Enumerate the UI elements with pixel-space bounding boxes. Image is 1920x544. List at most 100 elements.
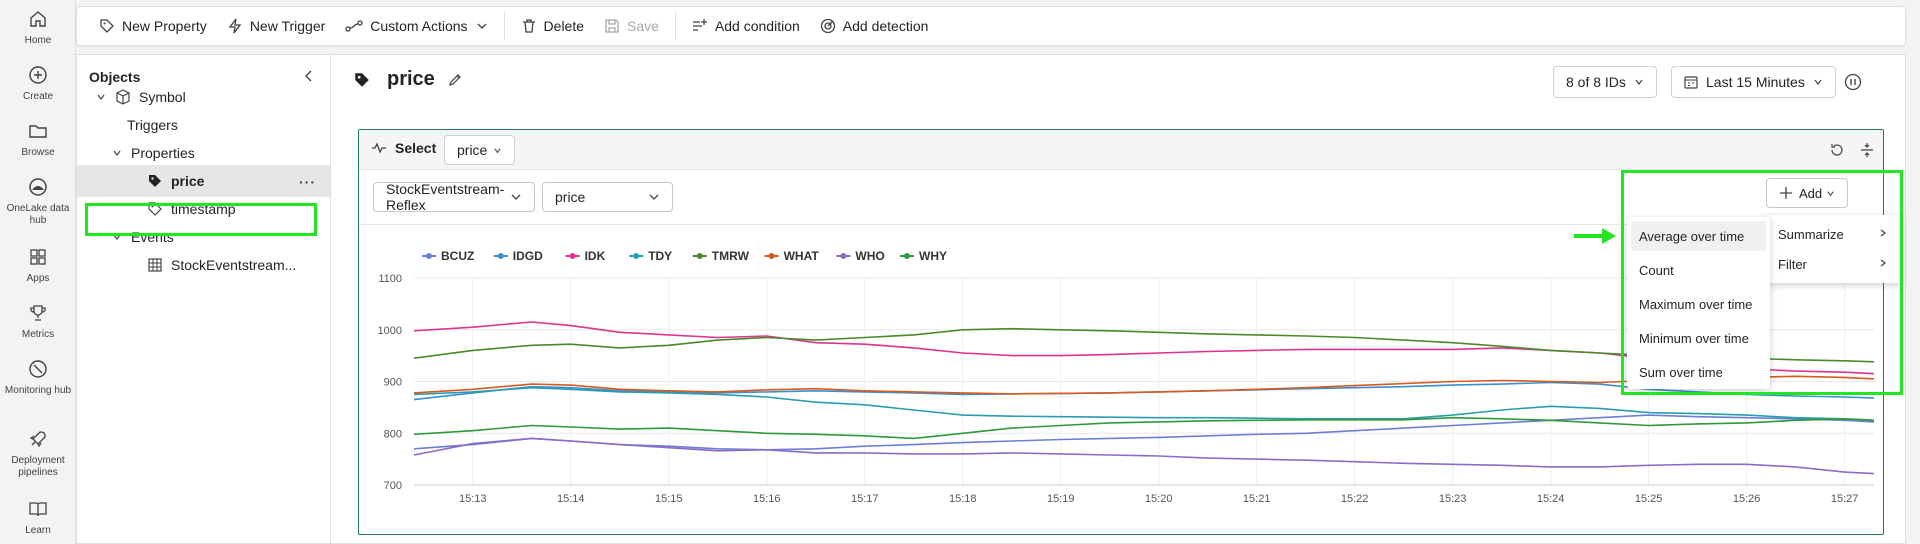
pause-icon[interactable] [1844,73,1862,91]
custom-actions-button[interactable]: Custom Actions [335,11,497,41]
rail-browse[interactable]: Browse [0,118,76,159]
x-tick-label: 15:26 [1733,493,1761,505]
x-tick-label: 15:14 [557,493,585,505]
rail-label: Browse [21,147,55,158]
more-options-icon[interactable]: ··· [299,174,316,190]
chevron-down-icon [1826,189,1835,198]
legend-label: IDGD [513,249,543,263]
delete-button[interactable]: Delete [511,11,594,41]
series-line [413,414,1875,451]
add-button[interactable]: Add [1766,178,1849,208]
rail-label: Monitoring hub [4,385,72,396]
plus-circle-icon [25,62,51,88]
rail-label: Apps [26,273,50,284]
rail-learn[interactable]: Learn [0,496,76,537]
x-tick-label: 15:20 [1145,493,1173,505]
menu-label: Summarize [1778,226,1844,242]
x-tick-label: 15:27 [1831,493,1859,505]
tree-label: price [171,173,205,189]
add-menu: Summarize Filter [1766,215,1902,283]
x-tick-label: 15:24 [1537,493,1565,505]
legend-label: BCUZ [441,249,474,263]
menu-maximum-over-time[interactable]: Maximum over time [1631,289,1766,319]
onelake-icon [25,174,51,200]
legend-marker [840,253,847,259]
x-tick-label: 15:16 [753,493,781,505]
plus-icon [1779,186,1793,200]
toolbar-divider [674,12,676,40]
rail-label: OneLake data hub [6,203,70,226]
menu-filter[interactable]: Filter [1770,249,1898,279]
legend-marker [426,253,432,259]
y-tick-label: 900 [384,377,402,389]
save-icon [604,18,620,34]
rail-metrics[interactable]: Metrics [0,300,76,341]
tree-label: timestamp [171,201,236,217]
y-tick-label: 1100 [378,273,402,285]
y-tick-label: 1000 [378,325,402,337]
tag-filled-icon [147,173,163,189]
y-tick-label: 700 [384,480,402,492]
rail-apps[interactable]: Apps [0,244,76,285]
home-icon [25,6,51,32]
new-property-button[interactable]: New Property [89,11,217,41]
y-tick-label: 800 [384,428,402,440]
toolbar: New Property New Trigger Custom Actions … [76,6,1906,46]
chevron-right-icon [1878,258,1888,268]
chevron-right-icon [1878,228,1888,238]
time-range-dropdown[interactable]: Last 15 Minutes [1671,66,1836,98]
save-label: Save [627,18,659,34]
rail-onelake[interactable]: OneLake data hub [0,174,76,227]
x-tick-label: 15:15 [655,493,683,505]
add-condition-icon [692,18,708,34]
legend-label: WHAT [784,249,820,263]
menu-label: Average over time [1639,228,1745,244]
add-condition-button[interactable]: Add condition [682,11,810,41]
legend-marker [904,253,910,259]
legend-label: TDY [648,249,672,263]
detection-icon [820,18,836,34]
legend-label: WHY [919,249,947,263]
menu-minimum-over-time[interactable]: Minimum over time [1631,323,1766,353]
page-title: price [387,68,435,90]
x-tick-label: 15:17 [851,493,879,505]
lightning-icon [227,18,243,34]
x-tick-label: 15:13 [459,493,487,505]
new-property-label: New Property [122,18,207,34]
save-button[interactable]: Save [594,11,669,41]
rail-label: Deployment pipelines [11,455,65,478]
series-line [413,416,1875,440]
add-condition-label: Add condition [714,18,800,34]
rail-create[interactable]: Create [0,62,76,103]
menu-summarize[interactable]: Summarize [1770,219,1898,249]
menu-sum-over-time[interactable]: Sum over time [1631,357,1766,387]
tree-label: Triggers [127,117,178,133]
rail-home[interactable]: Home [0,6,76,47]
chevron-down-icon [95,92,107,102]
menu-count[interactable]: Count [1631,255,1766,285]
tree-item-stream[interactable]: StockEventstream... [77,249,330,281]
rail-label: Metrics [21,329,55,340]
ids-dropdown[interactable]: 8 of 8 IDs [1553,66,1657,98]
trophy-icon [25,300,51,326]
arrow-annotation-icon [1572,226,1618,246]
new-trigger-label: New Trigger [249,18,326,34]
tree-label: Events [131,229,174,245]
legend-marker [696,253,703,259]
x-tick-label: 15:21 [1243,493,1271,505]
rail-deployment[interactable]: Deployment pipelines [0,426,76,479]
left-rail: Home Create Browse OneLake data hub Apps… [0,0,76,544]
new-trigger-button[interactable]: New Trigger [217,11,335,41]
menu-average-over-time[interactable]: Average over time [1631,221,1766,251]
x-tick-label: 15:23 [1439,493,1467,505]
rail-monitoring[interactable]: Monitoring hub [0,356,76,397]
legend-label: WHO [855,249,884,263]
x-tick-label: 15:18 [949,493,977,505]
add-detection-button[interactable]: Add detection [810,11,939,41]
tag-filled-icon [353,71,371,89]
tree-label: StockEventstream... [171,257,297,273]
edit-icon[interactable] [447,72,463,88]
tree-label: Properties [131,145,195,161]
chevron-down-icon [476,20,488,32]
tag-icon [147,201,163,217]
